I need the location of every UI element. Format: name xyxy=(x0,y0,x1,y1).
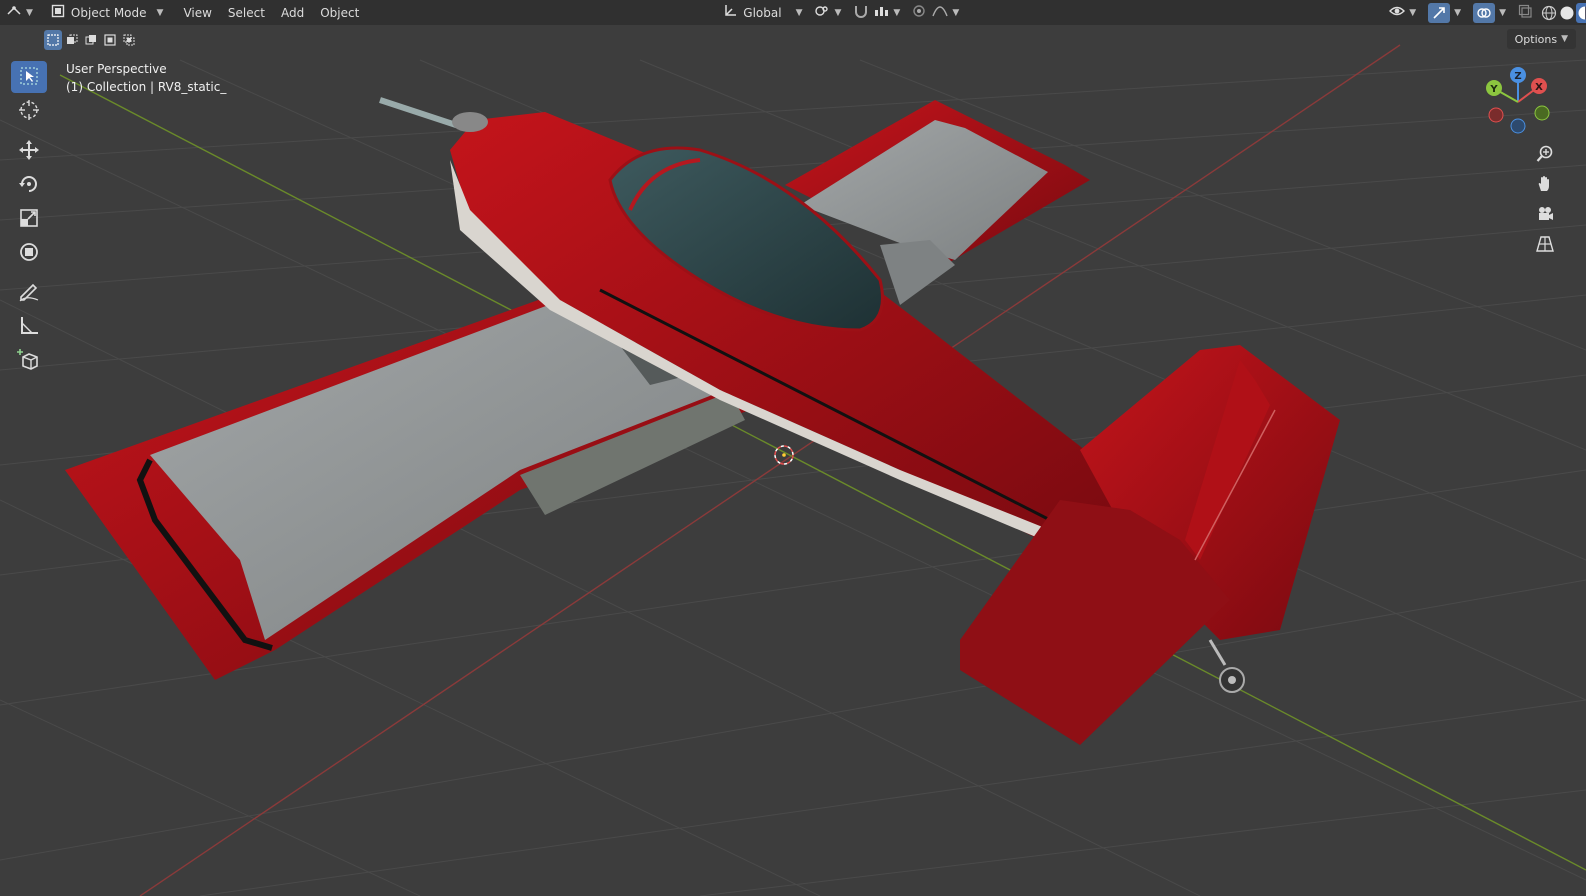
select-subtract-icon[interactable] xyxy=(82,30,100,50)
object-visibility-selector[interactable]: ▼ xyxy=(1383,0,1422,25)
transform-icon xyxy=(18,241,40,266)
gizmo-label-z: Z xyxy=(1514,71,1521,82)
viewport-header: ▼ Object Mode ▼ View Select Add Object G… xyxy=(0,0,1586,25)
orientation-axes-icon xyxy=(723,4,737,21)
wireframe-shading-icon[interactable] xyxy=(1540,3,1558,23)
shading-mode-group: ▼ xyxy=(1538,0,1586,25)
chevron-down-icon: ▼ xyxy=(156,7,164,18)
material-preview-icon[interactable] xyxy=(1576,2,1586,23)
chevron-down-icon: ▼ xyxy=(795,7,803,18)
camera-view-button[interactable] xyxy=(1532,202,1558,228)
xray-toggle[interactable] xyxy=(1512,0,1538,25)
menu-object[interactable]: Object xyxy=(312,0,367,25)
pivot-link-icon xyxy=(814,4,830,21)
3d-viewport[interactable] xyxy=(0,0,1586,896)
select-invert-icon[interactable] xyxy=(101,30,119,50)
gizmo-arrows-icon xyxy=(1428,2,1451,23)
pan-button[interactable] xyxy=(1532,172,1558,198)
chevron-down-icon: ▼ xyxy=(1499,7,1507,18)
tool-annotate[interactable] xyxy=(11,277,47,309)
gizmo-z-neg[interactable] xyxy=(1510,118,1526,134)
object-mode-icon xyxy=(51,4,65,21)
tool-select-box[interactable] xyxy=(11,61,47,93)
tool-add-cube[interactable] xyxy=(11,345,47,377)
chevron-down-icon: ▼ xyxy=(1454,7,1462,18)
chevron-down-icon: ▼ xyxy=(1409,7,1417,18)
view-name: User Perspective xyxy=(66,62,167,76)
options-label: Options xyxy=(1514,32,1558,46)
camera-icon xyxy=(1536,205,1554,226)
chevron-down-icon: ▼ xyxy=(1561,34,1568,44)
scale-icon xyxy=(18,207,40,232)
tool-transform[interactable] xyxy=(11,237,47,269)
grid-ortho-icon xyxy=(1536,235,1554,256)
gizmo-y-neg[interactable] xyxy=(1534,105,1550,121)
overlays-toggle[interactable]: ▼ xyxy=(1467,0,1512,25)
selection-mode-group xyxy=(44,30,138,50)
chevron-down-icon: ▼ xyxy=(26,7,33,18)
menu-view[interactable]: View xyxy=(175,0,219,25)
mode-selector[interactable]: Object Mode ▼ xyxy=(45,0,170,25)
pivot-point-selector[interactable]: ▼ xyxy=(808,0,847,25)
select-cursor-icon xyxy=(19,66,39,89)
editor-type-selector[interactable]: ▼ xyxy=(0,0,39,25)
xray-icon xyxy=(1518,4,1532,21)
tool-cursor[interactable] xyxy=(11,95,47,127)
hand-pan-icon xyxy=(1536,175,1554,196)
proportional-dot-icon xyxy=(912,4,926,21)
navigation-gizmo[interactable]: Z X Y xyxy=(1480,64,1560,144)
magnet-icon xyxy=(853,4,869,21)
pencil-icon xyxy=(18,281,40,306)
tool-move[interactable] xyxy=(11,135,47,167)
orientation-label: Global xyxy=(743,5,782,20)
tool-measure[interactable] xyxy=(11,311,47,343)
options-dropdown[interactable]: Options ▼ xyxy=(1506,29,1576,49)
mode-label: Object Mode xyxy=(70,5,147,20)
falloff-curve-icon xyxy=(932,4,948,21)
rotate-icon xyxy=(18,173,40,198)
snap-increment-icon xyxy=(873,4,889,21)
select-new-icon[interactable] xyxy=(44,30,62,50)
gizmo-toggle[interactable]: ▼ xyxy=(1422,0,1467,25)
move-arrows-icon xyxy=(18,139,40,164)
zoom-icon xyxy=(1536,145,1554,166)
proportional-editing-toggle[interactable]: ▼ xyxy=(906,0,965,25)
gizmo-label-y: Y xyxy=(1489,84,1498,95)
editor-type-icon xyxy=(6,4,22,21)
gizmo-x-neg[interactable] xyxy=(1488,107,1504,123)
transform-orientation-selector[interactable]: Global ▼ xyxy=(717,0,808,25)
eye-icon xyxy=(1389,4,1406,21)
collection-info: (1) Collection | RV8_static_ xyxy=(66,80,227,94)
overlays-icon xyxy=(1473,2,1496,23)
menu-select[interactable]: Select xyxy=(220,0,273,25)
select-extend-icon[interactable] xyxy=(63,30,81,50)
ortho-toggle-button[interactable] xyxy=(1532,232,1558,258)
crosshair-cursor-icon xyxy=(18,99,40,124)
menu-add[interactable]: Add xyxy=(273,0,312,25)
solid-shading-icon[interactable] xyxy=(1558,3,1576,23)
chevron-down-icon: ▼ xyxy=(952,7,960,18)
tool-rotate[interactable] xyxy=(11,169,47,201)
tool-shelf xyxy=(9,60,49,378)
select-intersect-icon[interactable] xyxy=(120,30,138,50)
zoom-button[interactable] xyxy=(1532,142,1558,168)
gizmo-label-x: X xyxy=(1535,82,1543,93)
chevron-down-icon: ▼ xyxy=(834,7,842,18)
viewport-info: User Perspective (1) Collection | RV8_st… xyxy=(66,60,226,96)
chevron-down-icon: ▼ xyxy=(893,7,901,18)
add-cube-icon xyxy=(17,348,41,375)
tool-scale[interactable] xyxy=(11,203,47,235)
ruler-icon xyxy=(18,315,40,340)
snap-toggle[interactable]: ▼ xyxy=(847,0,906,25)
